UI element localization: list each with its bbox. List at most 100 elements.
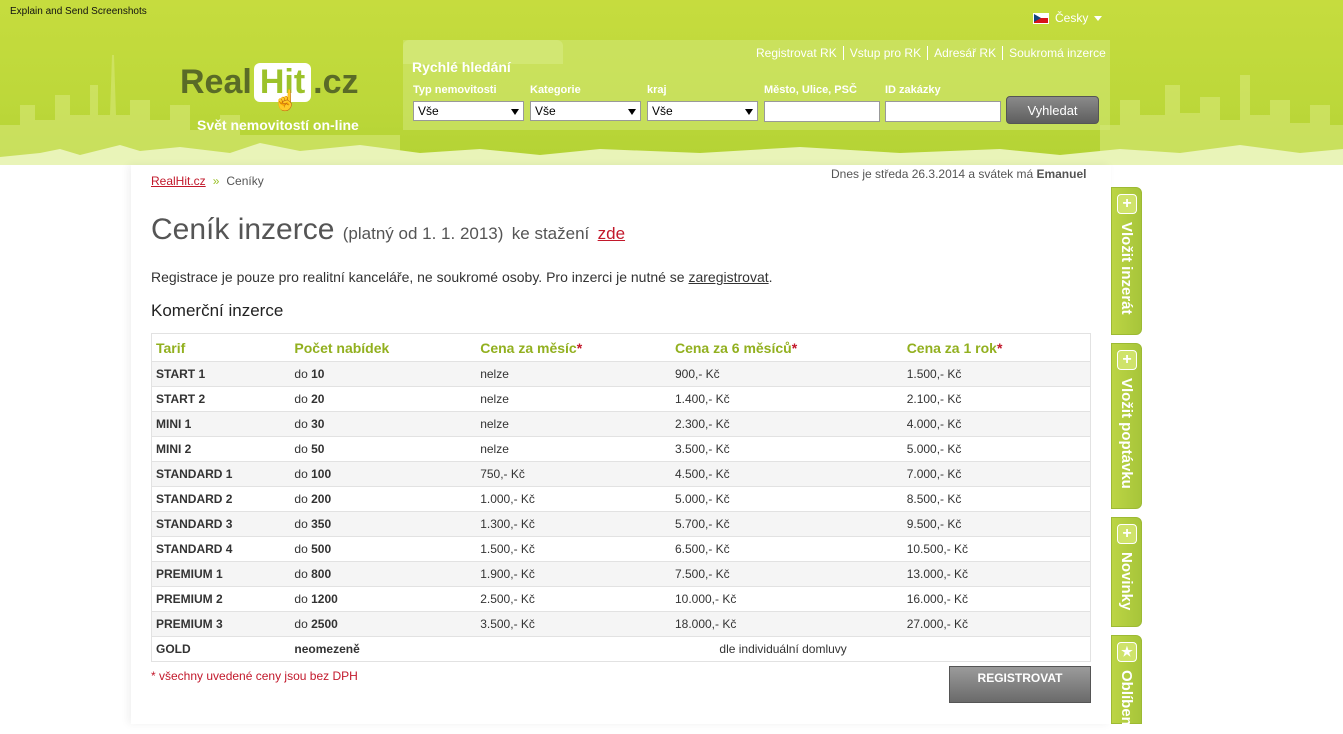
table-row: START 1 do 10 nelze 900,- Kč 1.500,- Kč	[151, 361, 1091, 387]
year-cell: 13.000,- Kč	[902, 561, 1091, 587]
table-row: PREMIUM 3 do 2500 3.500,- Kč 18.000,- Kč 27.…	[151, 611, 1091, 637]
header-rok: Cena za 1 rok*	[902, 333, 1091, 362]
month-cell: nelze	[476, 386, 671, 412]
month-cell: 3.500,- Kč	[476, 611, 671, 637]
month-cell: 1.900,- Kč	[476, 561, 671, 587]
header-mesic: Cena za měsíc*	[476, 333, 671, 362]
side-tab-label: Vložit inzerát	[1118, 222, 1135, 315]
table-header-row: Tarif Počet nabídek Cena za měsíc* Cena …	[151, 333, 1091, 362]
six-months-cell: 7.500,- Kč	[670, 561, 903, 587]
year-cell: 2.100,- Kč	[902, 386, 1091, 412]
side-tab-novinky[interactable]: + Novinky	[1111, 517, 1142, 627]
site-logo[interactable]: Real Hit .cz	[180, 58, 359, 106]
today-info: Dnes je středa 26.3.2014 a svátek má Ema…	[831, 167, 1086, 181]
site-tagline: Svět nemovitostí on-line	[197, 117, 359, 133]
tarif-cell: MINI 1	[151, 411, 291, 437]
table-row: MINI 2 do 50 nelze 3.500,- Kč 5.000,- Kč	[151, 436, 1091, 462]
tarif-cell: STANDARD 2	[151, 486, 291, 512]
table-row: STANDARD 2 do 200 1.000,- Kč 5.000,- Kč 8.50…	[151, 486, 1091, 512]
year-cell: 4.000,- Kč	[902, 411, 1091, 437]
six-months-cell: 1.400,- Kč	[670, 386, 903, 412]
six-months-cell: 2.300,- Kč	[670, 411, 903, 437]
kategorie-select[interactable]: Vše	[530, 101, 641, 121]
tarif-cell: START 2	[151, 386, 291, 412]
tarif-cell: STANDARD 3	[151, 511, 291, 537]
six-months-cell: 18.000,- Kč	[670, 611, 903, 637]
count-cell: do 500	[290, 536, 477, 562]
tarif-cell: PREMIUM 2	[151, 586, 291, 612]
link-adresar-rk[interactable]: Adresář RK	[927, 46, 1002, 60]
side-tab-oblibene[interactable]: ★ Oblíbené	[1111, 635, 1142, 734]
link-registrovat-rk[interactable]: Registrovat RK	[750, 46, 843, 60]
table-row: STANDARD 4 do 500 1.500,- Kč 6.500,- Kč 10.5…	[151, 536, 1091, 562]
tarif-cell: STANDARD 4	[151, 536, 291, 562]
count-cell: do 20	[290, 386, 477, 412]
page-title: Ceník inzerce (platný od 1. 1. 2013) ke …	[151, 213, 625, 247]
download-link[interactable]: zde	[598, 224, 625, 243]
today-text: Dnes je středa 26.3.2014 a svátek má	[831, 167, 1037, 181]
count-cell: do 350	[290, 511, 477, 537]
mesto-label: Město, Ulice, PSČ	[764, 84, 857, 96]
tarif-cell: PREMIUM 1	[151, 561, 291, 587]
breadcrumb: RealHit.cz » Ceníky	[151, 174, 264, 188]
month-cell: nelze	[476, 411, 671, 437]
language-selector[interactable]: Česky	[1033, 11, 1103, 25]
dropdown-arrow-icon	[511, 109, 519, 115]
plus-icon: +	[1117, 194, 1137, 214]
kraj-select[interactable]: Vše	[647, 101, 758, 121]
tarif-cell: STANDARD 1	[151, 461, 291, 487]
six-months-cell: 3.500,- Kč	[670, 436, 903, 462]
year-cell: 5.000,- Kč	[902, 436, 1091, 462]
table-row: MINI 1 do 30 nelze 2.300,- Kč 4.000,- Kč	[151, 411, 1091, 437]
tarif-cell: PREMIUM 3	[151, 611, 291, 637]
link-vstup-pro-rk[interactable]: Vstup pro RK	[842, 46, 927, 60]
title-download-text: ke stažení	[511, 224, 590, 243]
intro-end: .	[768, 269, 773, 285]
chevron-down-icon	[1094, 15, 1103, 21]
year-cell: 8.500,- Kč	[902, 486, 1091, 512]
star-icon: ★	[1117, 642, 1137, 662]
kraj-select-value: Vše	[652, 104, 673, 118]
mesto-input[interactable]	[764, 101, 880, 122]
six-months-cell: 10.000,- Kč	[670, 586, 903, 612]
breadcrumb-separator: »	[212, 174, 220, 188]
nameday-name: Emanuel	[1036, 167, 1087, 181]
header-pocet: Počet nabídek	[290, 333, 477, 362]
register-button[interactable]: REGISTROVAT	[949, 666, 1091, 703]
count-cell: do 50	[290, 436, 477, 462]
six-months-cell: 4.500,- Kč	[670, 461, 903, 487]
year-cell: 1.500,- Kč	[902, 361, 1091, 387]
side-tab-label: Oblíbené	[1118, 670, 1135, 734]
register-link[interactable]: zaregistrovat	[688, 269, 768, 285]
header-6-mesicu: Cena za 6 měsíců*	[670, 333, 903, 362]
side-tab-label: Novinky	[1118, 552, 1135, 611]
six-months-cell: 900,- Kč	[670, 361, 903, 387]
intro-paragraph: Registrace je pouze pro realitní kancelá…	[151, 269, 773, 285]
site-header: Explain and Send Screenshots Česky Real …	[0, 0, 1343, 165]
typ-select[interactable]: Vše	[413, 101, 524, 121]
month-cell: 750,- Kč	[476, 461, 671, 487]
count-cell: do 200	[290, 486, 477, 512]
title-validity: (platný od 1. 1. 2013)	[342, 224, 504, 243]
six-months-cell: 5.000,- Kč	[670, 486, 903, 512]
month-cell: 1.000,- Kč	[476, 486, 671, 512]
id-zakazky-label: ID zakázky	[885, 84, 941, 96]
plus-icon: +	[1117, 524, 1137, 544]
link-soukroma-inzerce[interactable]: Soukromá inzerce	[1002, 46, 1112, 60]
price-note: * všechny uvedené ceny jsou bez DPH	[151, 669, 358, 683]
id-zakazky-input[interactable]	[885, 101, 1001, 122]
kraj-label: kraj	[647, 84, 667, 96]
year-cell: 16.000,- Kč	[902, 586, 1091, 612]
dropdown-arrow-icon	[745, 109, 753, 115]
explain-screenshots-link[interactable]: Explain and Send Screenshots	[10, 6, 147, 17]
side-tab-vlozit-poptavku[interactable]: + Vložit poptávku	[1111, 343, 1142, 509]
search-button[interactable]: Vyhledat	[1006, 96, 1099, 124]
logo-text-cz: .cz	[313, 62, 359, 101]
side-tab-vlozit-inzerat[interactable]: + Vložit inzerát	[1111, 187, 1142, 335]
count-cell: neomezeně	[290, 636, 477, 662]
year-cell: 10.500,- Kč	[902, 536, 1091, 562]
czech-flag-icon	[1033, 12, 1049, 24]
breadcrumb-home-link[interactable]: RealHit.cz	[151, 174, 206, 188]
year-cell: 9.500,- Kč	[902, 511, 1091, 537]
breadcrumb-current: Ceníky	[226, 174, 264, 188]
